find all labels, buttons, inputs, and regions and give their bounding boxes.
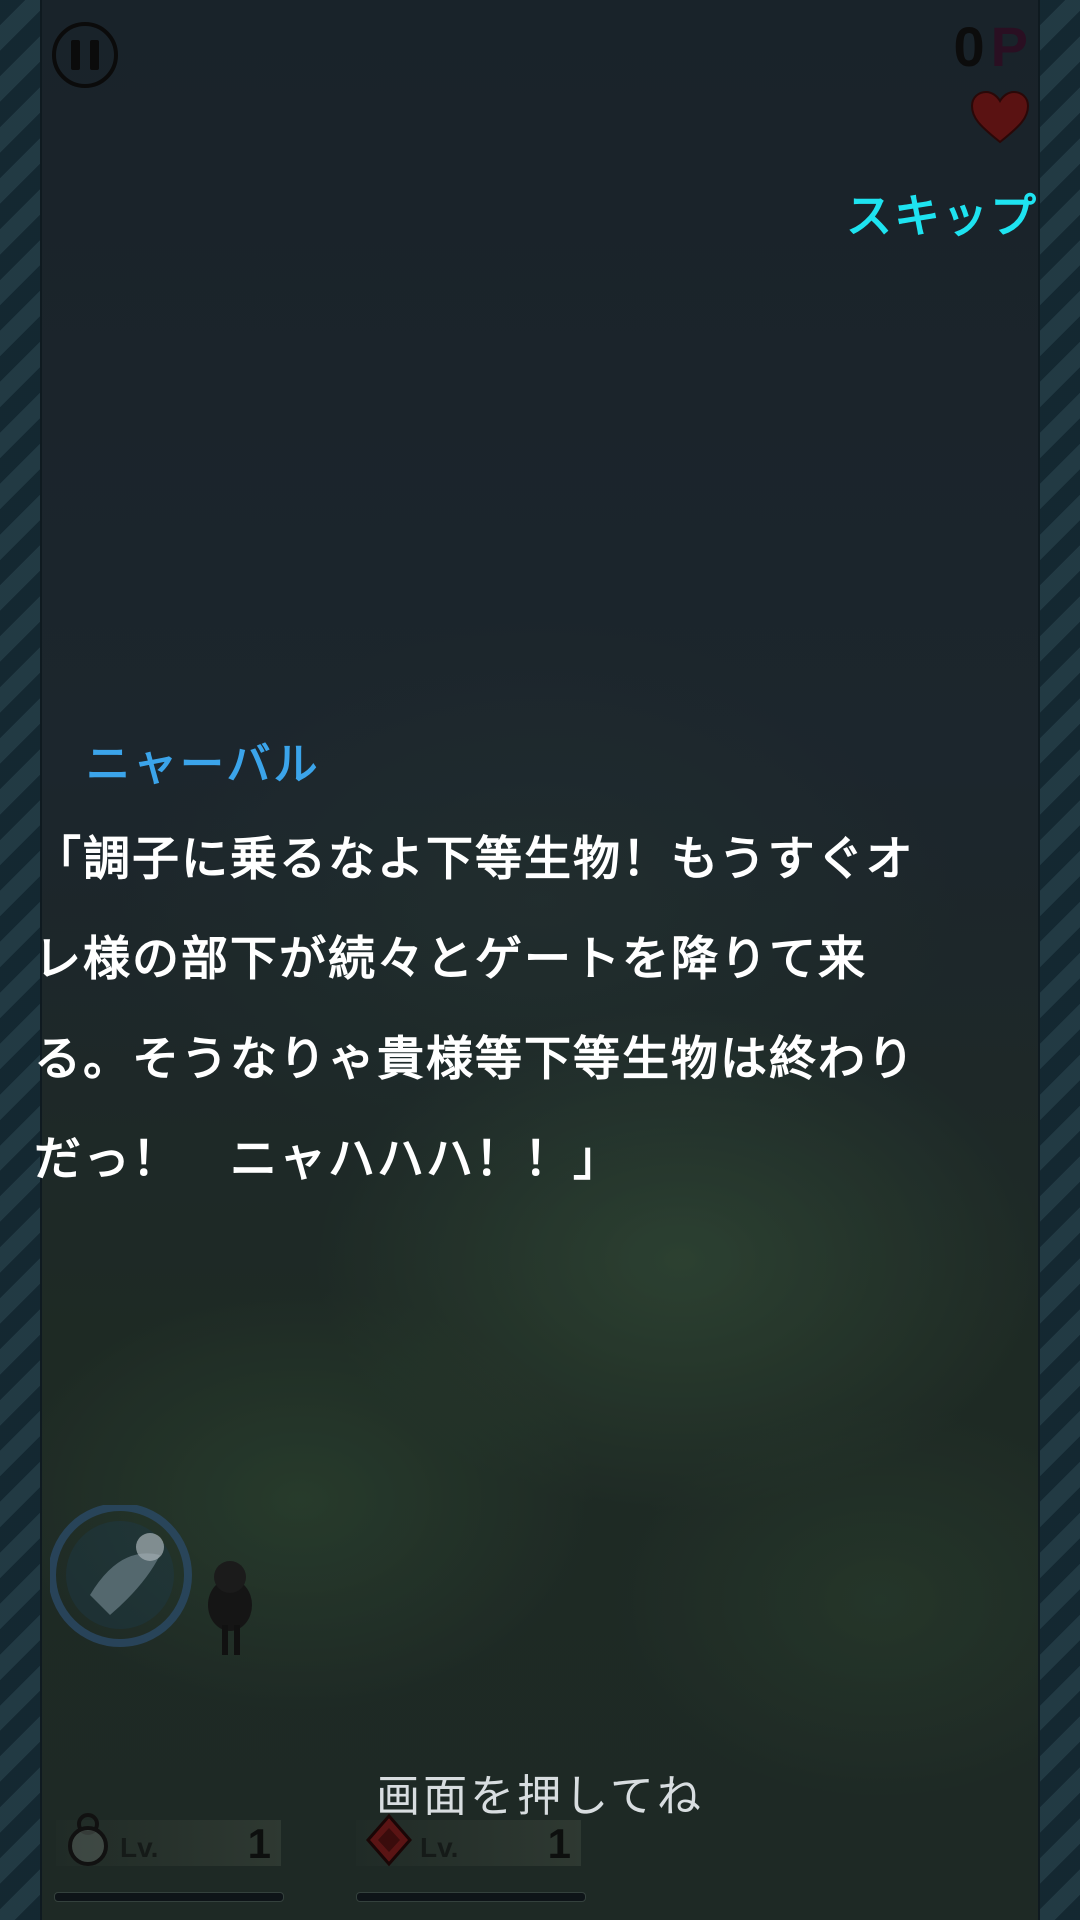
pause-button[interactable] <box>52 22 118 88</box>
level-value: 1 <box>547 1820 571 1867</box>
player-characters <box>50 1505 252 1655</box>
level-label: Lv. <box>420 1832 459 1863</box>
dialogue-line: る。そうなりゃ貴様等下等生物は終わり <box>34 1032 916 1087</box>
score-display: 0 P <box>953 14 1028 78</box>
level-value: 1 <box>247 1820 271 1867</box>
level-label: Lv. <box>120 1832 159 1863</box>
level-bar-gem <box>356 1892 586 1902</box>
character-icon <box>68 1813 108 1866</box>
level-box-character: Lv. 1 <box>56 1813 281 1867</box>
gem-icon <box>366 1813 412 1867</box>
dialogue-line: だっ！ ニャハハハ！！」 <box>34 1132 622 1187</box>
dialogue-line: 「調子に乗るなよ下等生物！もうすぐオ <box>34 832 915 887</box>
right-border <box>1038 0 1080 1920</box>
level-bar-character <box>54 1892 284 1902</box>
dialogue-text[interactable]: 「調子に乗るなよ下等生物！もうすぐオ レ様の部下が続々とゲートを降りて来 る。そ… <box>34 810 1024 1210</box>
heart-icon <box>970 90 1030 144</box>
skip-button[interactable]: スキップ <box>846 180 1038 246</box>
level-box-gem: Lv. 1 <box>356 1813 581 1867</box>
tap-prompt: 画面を押してね <box>376 1771 704 1822</box>
pause-icon <box>71 40 80 70</box>
score-unit: P <box>990 15 1028 78</box>
speaker-name: ニャーバル <box>86 739 321 790</box>
dialogue-line: レ様の部下が続々とゲートを降りて来 <box>34 932 867 987</box>
score-value: 0 <box>953 15 985 78</box>
